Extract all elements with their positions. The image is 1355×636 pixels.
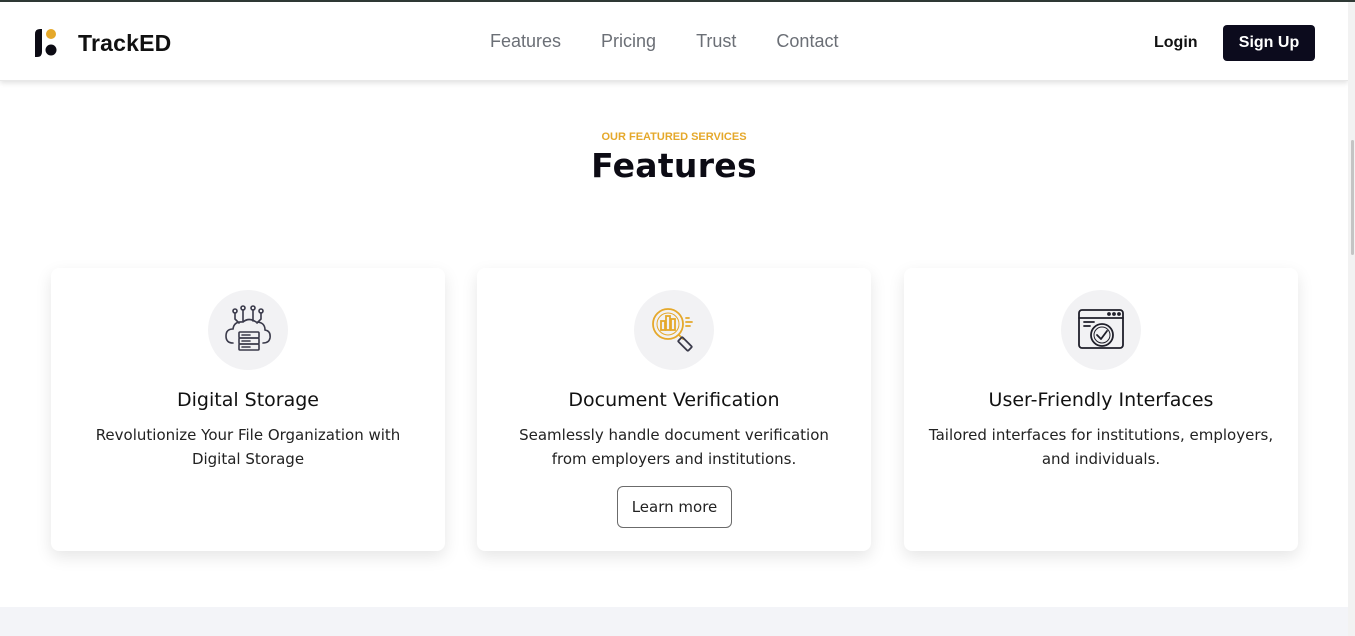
card-title: User-Friendly Interfaces (988, 389, 1214, 411)
document-search-icon (652, 308, 693, 352)
feature-card-digital-storage: Digital Storage Revolutionize Your File … (51, 268, 445, 551)
signup-button[interactable]: Sign Up (1223, 25, 1315, 61)
main-nav: Features Pricing Trust Contact (490, 31, 838, 52)
nav-trust[interactable]: Trust (696, 31, 736, 52)
card-description: Tailored interfaces for institutions, em… (928, 426, 1274, 468)
nav-pricing[interactable]: Pricing (601, 31, 656, 52)
next-section-band (0, 607, 1348, 636)
card-description: Revolutionize Your File Organization wit… (95, 426, 401, 468)
icon-circle (1061, 290, 1141, 370)
card-title: Digital Storage (177, 389, 319, 411)
card-description: Seamlessly handle document verification … (519, 426, 829, 468)
icon-circle (208, 290, 288, 370)
nav-features[interactable]: Features (490, 31, 561, 52)
tracked-logo-icon (35, 29, 57, 57)
section-eyebrow: OUR FEATURED SERVICES (601, 131, 747, 143)
section-title: Features (591, 146, 757, 185)
learn-more-button[interactable]: Learn more (617, 486, 732, 528)
card-title: Document Verification (568, 389, 780, 411)
login-link[interactable]: Login (1154, 34, 1198, 52)
icon-circle (634, 290, 714, 370)
interface-check-icon (1078, 309, 1124, 349)
logo[interactable]: TrackED (32, 28, 171, 58)
nav-contact[interactable]: Contact (776, 31, 838, 52)
brand-name: TrackED (78, 29, 172, 56)
cloud-storage-icon (225, 305, 271, 351)
scrollbar-thumb[interactable] (1351, 140, 1354, 255)
feature-card-document-verification: Document Verification Seamlessly handle … (477, 268, 871, 551)
scrollbar-track[interactable] (1348, 2, 1355, 636)
feature-card-user-friendly-interfaces: User-Friendly Interfaces Tailored interf… (904, 268, 1298, 551)
navbar: TrackED Features Pricing Trust Contact L… (0, 2, 1348, 81)
